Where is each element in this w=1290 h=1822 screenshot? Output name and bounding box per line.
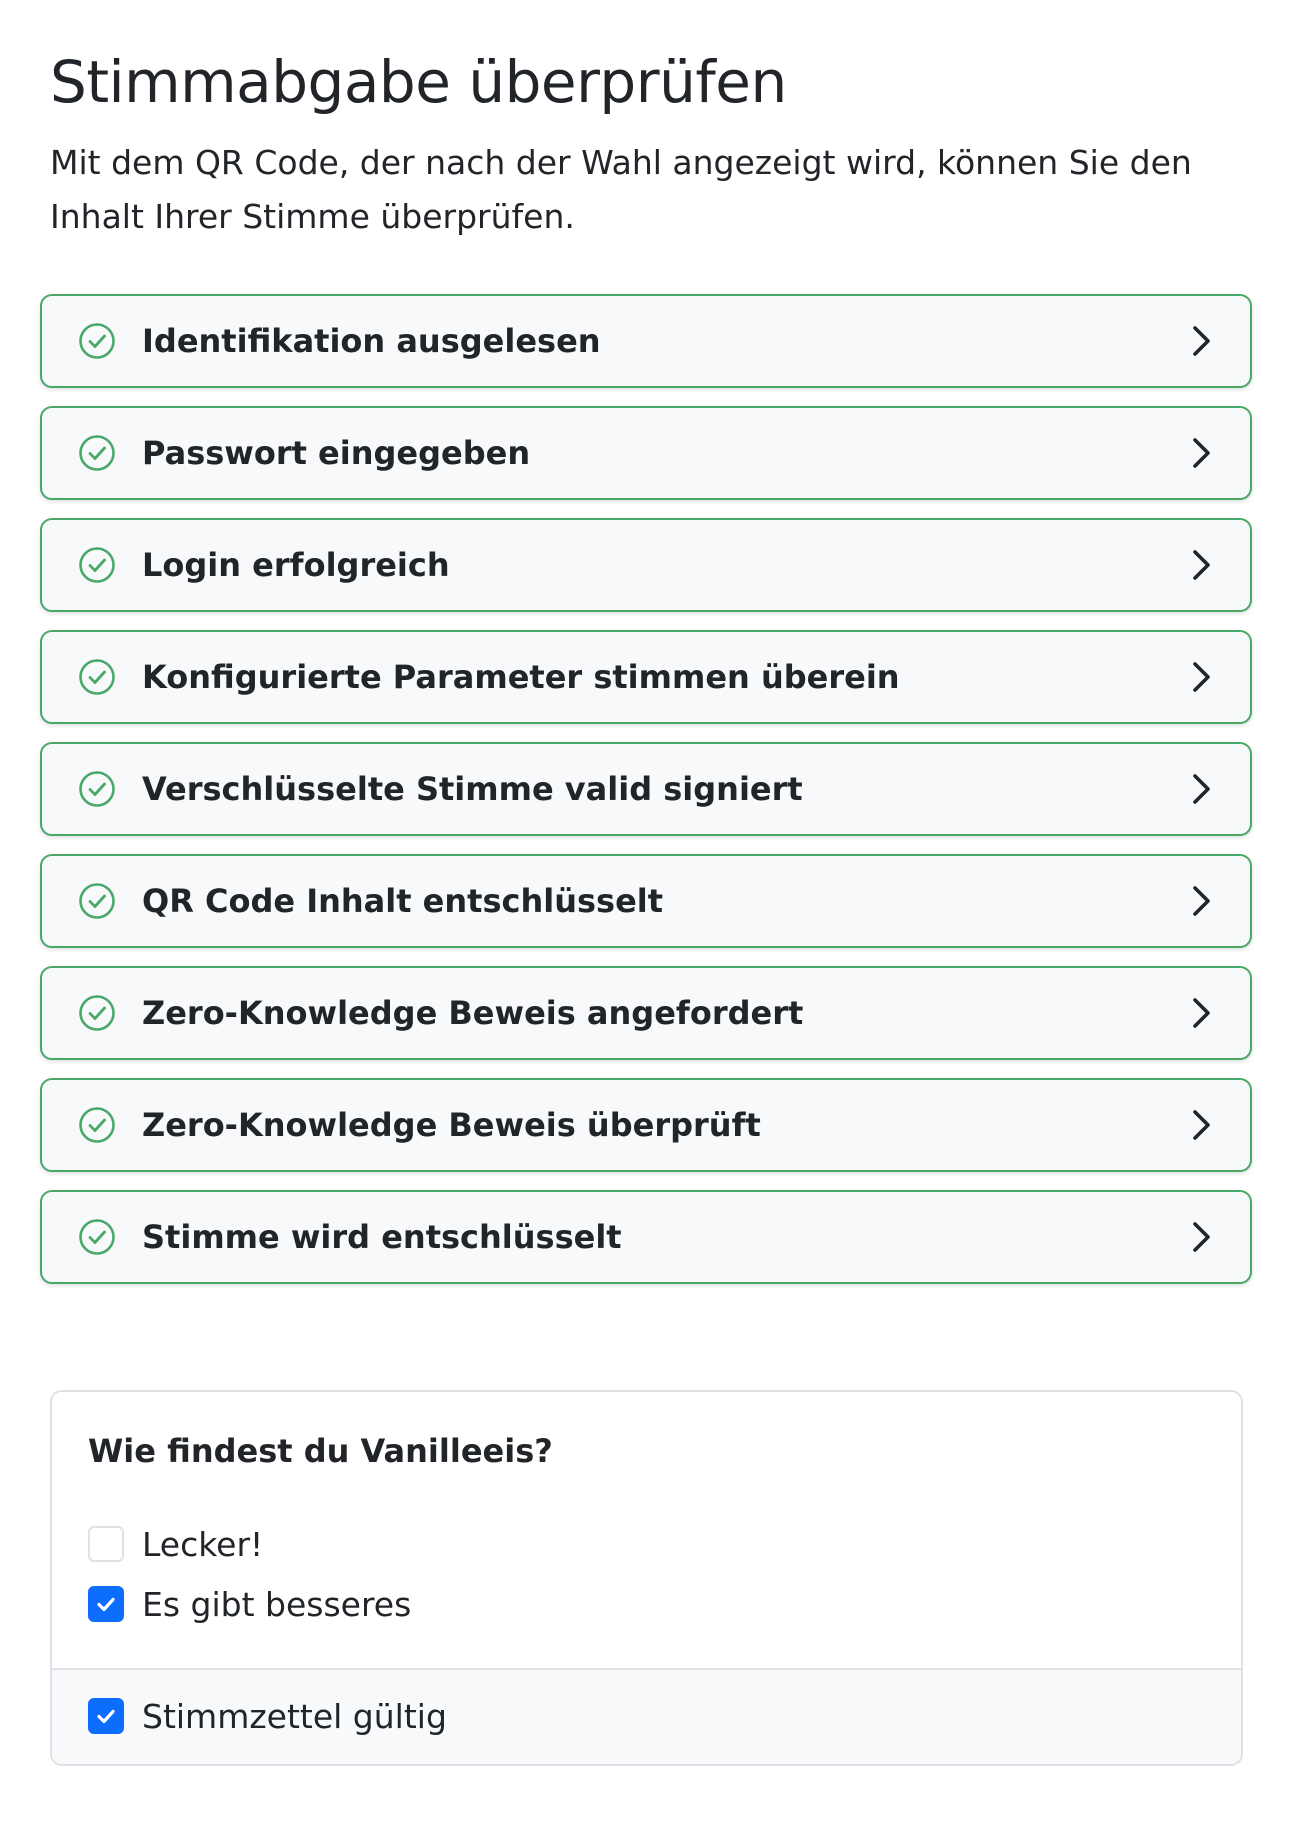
validity-checkbox[interactable] [88, 1698, 124, 1734]
verification-step[interactable]: Konfigurierte Parameter stimmen überein [40, 630, 1252, 724]
check-circle-icon [78, 1106, 116, 1144]
ballot-option-1[interactable]: Es gibt besseres [88, 1584, 411, 1624]
check-circle-icon [78, 994, 116, 1032]
chevron-right-icon[interactable] [1188, 548, 1216, 582]
chevron-right-icon[interactable] [1188, 772, 1216, 806]
ballot-card: Wie findest du Vanilleeis? Lecker! Es gi… [50, 1390, 1243, 1766]
check-icon [97, 1597, 115, 1612]
verification-step-label: Konfigurierte Parameter stimmen überein [142, 658, 900, 696]
chevron-right-icon[interactable] [1188, 1108, 1216, 1142]
page-title: Stimmabgabe überprüfen [50, 48, 787, 116]
check-circle-icon [78, 546, 116, 584]
check-circle-icon [78, 882, 116, 920]
verification-step[interactable]: QR Code Inhalt entschlüsselt [40, 854, 1252, 948]
check-circle-icon [78, 322, 116, 360]
verification-step[interactable]: Zero-Knowledge Beweis angefordert [40, 966, 1252, 1060]
chevron-right-icon[interactable] [1188, 324, 1216, 358]
ballot-question: Wie findest du Vanilleeis? [88, 1432, 553, 1470]
chevron-right-icon[interactable] [1188, 884, 1216, 918]
chevron-right-icon[interactable] [1188, 436, 1216, 470]
verification-step-label: Stimme wird entschlüsselt [142, 1218, 622, 1256]
chevron-right-icon[interactable] [1188, 996, 1216, 1030]
check-circle-icon [78, 1218, 116, 1256]
verification-step[interactable]: Identifikation ausgelesen [40, 294, 1252, 388]
verification-step[interactable]: Zero-Knowledge Beweis überprüft [40, 1078, 1252, 1172]
verification-step-label: QR Code Inhalt entschlüsselt [142, 882, 664, 920]
verification-step[interactable]: Passwort eingegeben [40, 406, 1252, 500]
ballot-option-0[interactable]: Lecker! [88, 1524, 263, 1564]
ballot-footer: Stimmzettel gültig [52, 1668, 1241, 1764]
check-icon [97, 1709, 115, 1724]
chevron-right-icon[interactable] [1188, 1220, 1216, 1254]
verification-step-label: Login erfolgreich [142, 546, 450, 584]
verification-step-label: Zero-Knowledge Beweis angefordert [142, 994, 804, 1032]
verification-step-label: Identifikation ausgelesen [142, 322, 601, 360]
verification-page: Stimmabgabe überprüfen Mit dem QR Code, … [0, 0, 1290, 1822]
option-checkbox[interactable] [88, 1586, 124, 1622]
verification-steps: Identifikation ausgelesen Passwort eingeg… [40, 294, 1252, 1302]
check-circle-icon [78, 770, 116, 808]
verification-step[interactable]: Verschlüsselte Stimme valid signiert [40, 742, 1252, 836]
option-label: Lecker! [142, 1524, 264, 1564]
check-circle-icon [78, 658, 116, 696]
validity-label: Stimmzettel gültig [142, 1696, 447, 1736]
option-checkbox[interactable] [88, 1526, 124, 1562]
page-intro: Mit dem QR Code, der nach der Wahl angez… [50, 143, 1192, 236]
verification-step[interactable]: Login erfolgreich [40, 518, 1252, 612]
verification-step-label: Passwort eingegeben [142, 434, 531, 472]
chevron-right-icon[interactable] [1188, 660, 1216, 694]
check-circle-icon [78, 434, 116, 472]
verification-step-label: Zero-Knowledge Beweis überprüft [142, 1106, 761, 1144]
verification-step[interactable]: Stimme wird entschlüsselt [40, 1190, 1252, 1284]
option-label: Es gibt besseres [142, 1584, 412, 1624]
ballot-validity[interactable]: Stimmzettel gültig [88, 1696, 447, 1736]
verification-step-label: Verschlüsselte Stimme valid signiert [142, 770, 803, 808]
